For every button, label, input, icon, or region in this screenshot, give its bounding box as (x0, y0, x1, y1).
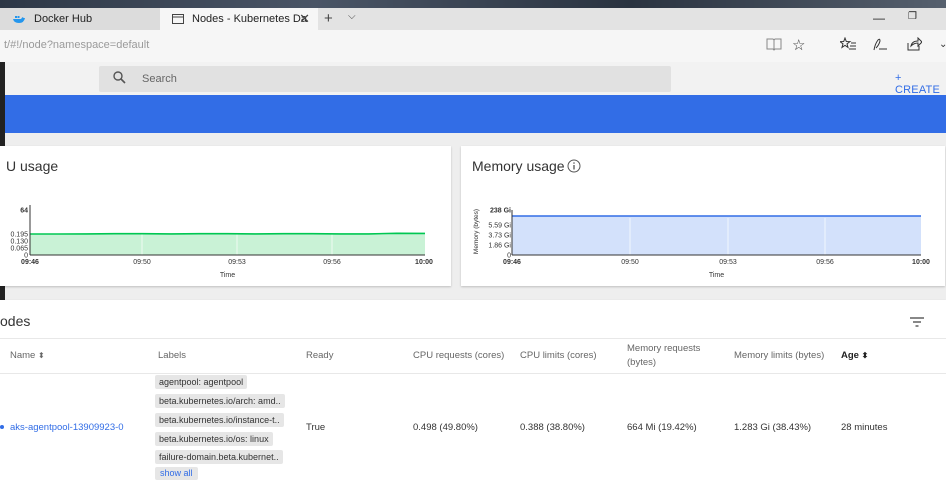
series-line (30, 232, 426, 235)
y-tick-label: 1.86 Gi (488, 243, 511, 250)
x-tick-label: 09:53 (228, 259, 246, 266)
x-tick-label: 09:50 (133, 259, 151, 266)
node-memory-requests: 664 Mi (19.42%) (627, 422, 697, 433)
y-tick-label: 64 (20, 208, 28, 215)
x-tick-label: 10:00 (415, 259, 433, 266)
column-name[interactable]: Name ⬍ (10, 350, 45, 361)
desktop-background (0, 0, 946, 8)
nodes-table-header: Name ⬍ Labels Ready CPU requests (cores)… (0, 338, 946, 374)
y-tick-label: 3.73 Gi (488, 233, 511, 240)
node-ready: True (306, 422, 326, 433)
pen-icon[interactable] (872, 37, 888, 55)
node-name-link[interactable]: aks-agentpool-13909923-0 (10, 422, 124, 433)
column-labels: Labels (158, 350, 186, 361)
y-tick-label: 0.130 (10, 239, 28, 246)
address-bar: t/#!/node?namespace=default ☆ ⌄ (0, 30, 946, 63)
sort-icon: ⬍ (37, 351, 45, 360)
y-tick-label: 0.065 (10, 246, 28, 253)
browser-tab-bar: Docker Hub Nodes - Kubernetes Da ✕ + ⌵ —… (0, 8, 946, 30)
node-memory-limits: 1.283 Gi (38.43%) (734, 422, 812, 433)
tab-kubernetes-nodes[interactable]: Nodes - Kubernetes Da ✕ (160, 8, 318, 30)
x-tick-label: 10:00 (912, 259, 930, 266)
column-ready: Ready (306, 350, 334, 361)
node-cpu-limits: 0.388 (38.80%) (520, 422, 585, 433)
x-axis-label: Time (709, 272, 724, 279)
column-memory-limits: Memory limits (bytes) (734, 350, 825, 361)
url-field[interactable]: t/#!/node?namespace=default (4, 39, 149, 51)
y-axis-label: Memory (bytes) (473, 209, 480, 254)
column-cpu-limits: CPU limits (cores) (520, 350, 597, 361)
x-tick-label: 09:50 (621, 259, 639, 266)
x-tick-label: 09:46 (503, 259, 521, 266)
label-chip: beta.kubernetes.io/os: linux (155, 432, 273, 446)
tab-title: Nodes - Kubernetes Da (192, 13, 307, 25)
filter-icon[interactable] (910, 314, 924, 332)
label-chip: agentpool: agentpool (155, 375, 248, 389)
x-tick-label: 09:46 (21, 259, 39, 266)
more-icon[interactable]: ⌄ (939, 39, 946, 50)
cpu-card-title: U usage (6, 158, 59, 174)
y-tick-label: 0.195 (10, 232, 28, 239)
memory-usage-card: Memory usage 0 1.86 Gi 3.73 Gi 5.59 Gi 238 G… (461, 146, 945, 286)
minimize-icon[interactable]: — (873, 11, 885, 25)
show-all-button[interactable]: show all (155, 467, 198, 480)
favorites-list-icon[interactable] (838, 36, 856, 55)
create-button[interactable]: + CREATE (895, 72, 946, 96)
chevron-down-icon[interactable]: ⌵ (348, 11, 356, 22)
column-memory-requests-line1: Memory requests (627, 343, 701, 354)
x-axis-label: Time (220, 272, 235, 279)
tab-title: Docker Hub (34, 13, 93, 25)
sort-icon: ⬍ (861, 351, 869, 360)
cpu-usage-card: U usage 0 0.065 0.130 0.195 64 09:46 09:50 09:5… (0, 146, 451, 286)
node-cpu-requests: 0.498 (49.80%) (413, 422, 478, 433)
x-tick-label: 09:56 (816, 259, 834, 266)
main-content: U usage 0 0.065 0.130 0.195 64 09:46 09:50 09:5… (0, 133, 946, 490)
tab-docker-hub[interactable]: Docker Hub (0, 8, 160, 30)
share-icon[interactable] (906, 36, 923, 55)
page-icon (172, 14, 184, 24)
column-cpu-requests: CPU requests (cores) (413, 350, 505, 361)
page-toolbar (5, 95, 946, 133)
label-chip: failure-domain.beta.kubernet.. (155, 450, 283, 464)
search-input[interactable]: Search (99, 66, 671, 92)
search-placeholder: Search (142, 73, 177, 85)
cpu-usage-chart: 00.0650.1300.1956409:46 09:50 09:53 09:56 10… (10, 205, 433, 279)
new-tab-icon[interactable]: + (324, 10, 333, 27)
y-tick-label: 5.59 Gi (488, 223, 511, 230)
dashboard-header: Search + CREATE (5, 62, 946, 96)
column-age-label: Age (841, 350, 859, 361)
label-chip: beta.kubernetes.io/instance-t.. (155, 413, 284, 427)
memory-usage-chart: 01.86 Gi3.73 Gi5.59 Gi238 Gi09:46 09:50 09… (473, 208, 930, 280)
favorite-star-icon[interactable]: ☆ (792, 36, 805, 54)
nodes-card: odes Name ⬍ Labels Ready CPU requests (c… (0, 300, 946, 490)
close-tab-icon[interactable]: ✕ (299, 11, 310, 27)
label-chip: beta.kubernetes.io/arch: amd.. (155, 394, 285, 408)
series-area (512, 216, 921, 255)
docker-whale-icon (12, 14, 26, 24)
x-tick-label: 09:53 (719, 259, 737, 266)
memory-card-title: Memory usage (472, 158, 565, 174)
info-icon[interactable] (567, 159, 581, 178)
status-dot (0, 425, 4, 429)
column-memory-requests-line2: (bytes) (627, 357, 657, 368)
y-tick-label: 238 Gi (490, 208, 511, 215)
node-age: 28 minutes (841, 422, 888, 433)
search-icon (113, 71, 126, 89)
restore-icon[interactable]: ❐ (908, 11, 917, 22)
column-name-label: Name (10, 350, 36, 361)
series-area (30, 233, 425, 255)
x-tick-label: 09:56 (323, 259, 341, 266)
reading-view-icon[interactable] (766, 37, 782, 55)
column-age[interactable]: Age ⬍ (841, 350, 868, 361)
nodes-title: odes (0, 313, 31, 329)
